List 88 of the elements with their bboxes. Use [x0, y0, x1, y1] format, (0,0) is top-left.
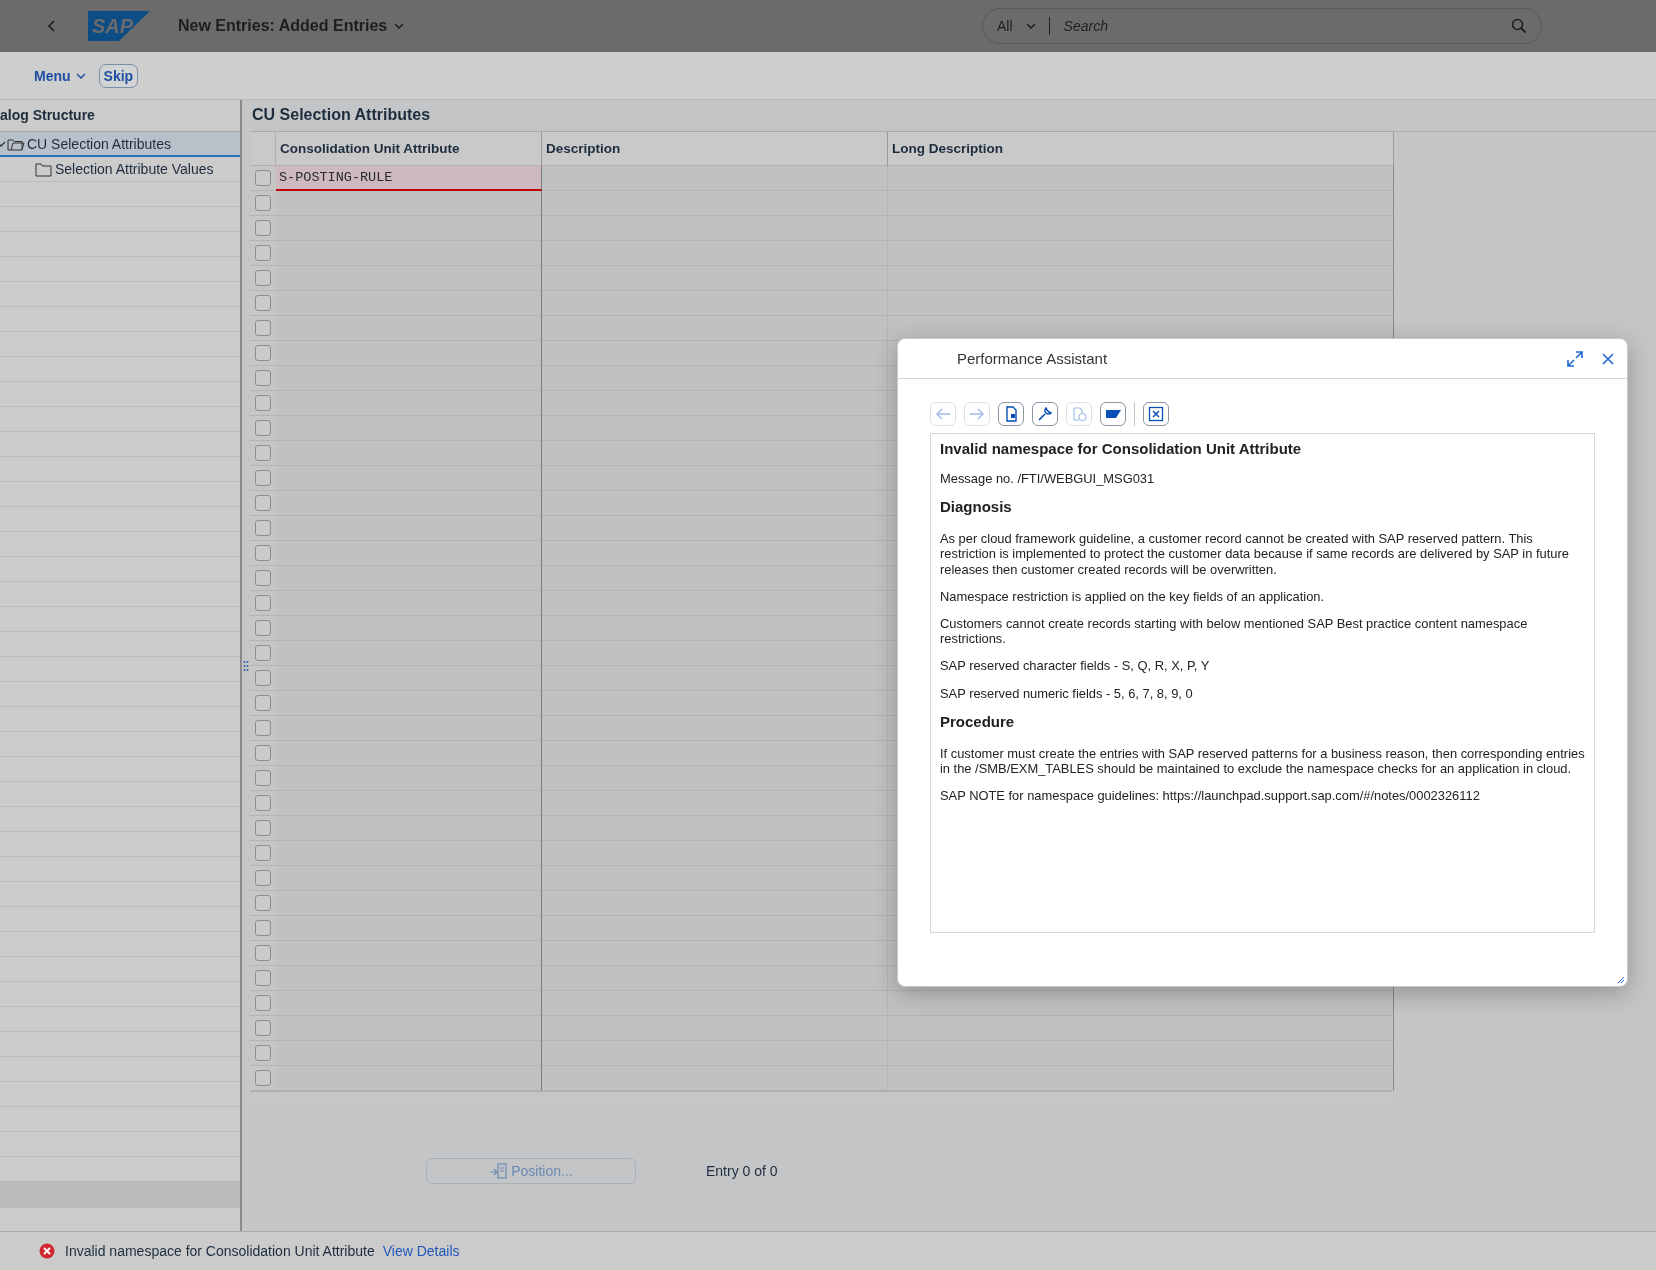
close-box-icon [1148, 406, 1164, 422]
logo: SAP [88, 11, 150, 41]
close-window-button[interactable] [1143, 402, 1169, 426]
arrow-left-icon [935, 406, 951, 422]
view-details-link[interactable]: View Details [382, 1243, 460, 1259]
column-header: Description [542, 132, 888, 166]
paragraph: As per cloud framework guideline, a customer record cannot be created with SAP reserved pattern. This restriction is implemented to protect the customer data because if same records are delivered by SAP in future releases then customer created records will be overwritten. [940, 531, 1570, 577]
tree-item[interactable]: CU Selection Attributes [0, 132, 240, 157]
row-checkbox[interactable] [255, 220, 271, 236]
globe-document-icon [1071, 406, 1087, 422]
row-checkbox[interactable] [255, 1020, 271, 1036]
row-checkbox[interactable] [255, 1045, 271, 1061]
section-heading: Diagnosis [940, 498, 1013, 516]
row-checkbox[interactable] [255, 595, 271, 611]
row-checkbox[interactable] [255, 795, 271, 811]
row-checkbox[interactable] [255, 395, 271, 411]
menu-button[interactable]: Menu [34, 62, 87, 89]
row-checkbox[interactable] [255, 870, 271, 886]
row-checkbox[interactable] [255, 445, 271, 461]
row-checkbox[interactable] [255, 570, 271, 586]
grip-icon [243, 659, 249, 672]
row-checkbox[interactable] [255, 770, 271, 786]
row-checkbox[interactable] [255, 670, 271, 686]
row-checkbox[interactable] [255, 695, 271, 711]
status-message: Invalid namespace for Consolidation Unit Attribute [65, 1243, 375, 1259]
row-checkbox[interactable] [255, 745, 271, 761]
row-checkbox[interactable] [255, 995, 271, 1011]
column-header: Long Description [888, 132, 1394, 166]
row-checkbox[interactable] [255, 470, 271, 486]
open-folder-icon [7, 136, 25, 151]
row-checkbox[interactable] [255, 420, 271, 436]
row-checkbox[interactable] [255, 320, 271, 336]
arrow-right-icon [969, 406, 985, 422]
row-checkbox[interactable] [255, 270, 271, 286]
paragraph: Namespace restriction is applied on the key fields of an application. [940, 588, 1326, 604]
resize-grip-icon [1617, 976, 1625, 984]
paragraph: SAP reserved numeric fields - 5, 6, 7, 8, 9, 0 [940, 685, 1194, 701]
row-checkbox[interactable] [255, 720, 271, 736]
skip-button[interactable]: Skip [98, 63, 139, 88]
chevron-down-icon [74, 70, 87, 81]
row-checkbox[interactable] [255, 1070, 271, 1086]
error-icon [39, 1243, 55, 1259]
document-icon [1003, 406, 1019, 422]
row-checkbox[interactable] [255, 645, 271, 661]
row-checkbox[interactable] [255, 945, 271, 961]
dialog-title: Performance Assistant [957, 350, 1109, 367]
entry-count: Entry 0 of 0 [706, 1163, 778, 1179]
paragraph: SAP reserved character fields - S, Q, R, X, P, Y [940, 658, 1211, 674]
row-checkbox[interactable] [255, 920, 271, 936]
paragraph: Customers cannot create records starting with below mentioned SAP Best practice content namespace restrictions. [940, 616, 1529, 647]
row-checkbox[interactable] [255, 245, 271, 261]
message-title: Invalid namespace for Consolidation Unit Attribute [940, 440, 1303, 457]
row-checkbox[interactable] [255, 545, 271, 561]
close-icon [1601, 351, 1615, 366]
close-button[interactable] [1601, 351, 1615, 366]
paragraph: If customer must create the entries with SAP reserved patterns for a business reason, then corresponding entries in the /SMB/EXM_TABLES should be maintained to exclude the namespace checks for an application in cloud. [940, 745, 1585, 777]
row-checkbox[interactable] [255, 620, 271, 636]
search-icon [1511, 18, 1527, 34]
row-checkbox[interactable] [255, 170, 271, 186]
row-checkbox[interactable] [255, 895, 271, 911]
paragraph: SAP NOTE for namespace guidelines: https://launchpad.support.sap.com/#/notes/0002326112 [940, 788, 1481, 804]
chevron-down-icon [1024, 21, 1037, 31]
row-checkbox[interactable] [255, 345, 271, 361]
row-checkbox[interactable] [255, 295, 271, 311]
row-checkbox[interactable] [255, 495, 271, 511]
expand-arrows-icon [1567, 350, 1583, 367]
tree-item[interactable]: Selection Attribute Values [0, 157, 240, 182]
row-checkbox[interactable] [255, 845, 271, 861]
section-heading: Procedure [940, 712, 1016, 730]
back-icon [46, 19, 56, 33]
maximize-button[interactable] [1567, 350, 1583, 367]
search-field[interactable]: All Search [982, 8, 1542, 44]
row-checkbox[interactable] [255, 970, 271, 986]
paragraph: Message no. /FTI/WEBGUI_MSG031 [940, 471, 1156, 487]
position-icon [489, 1163, 508, 1179]
wrench-icon [1037, 406, 1053, 422]
row-checkbox[interactable] [255, 195, 271, 211]
column-header: Consolidation Unit Attribute [276, 132, 542, 166]
tools-button[interactable] [1032, 402, 1058, 426]
document-button[interactable] [998, 402, 1024, 426]
row-checkbox[interactable] [255, 520, 271, 536]
search-scope-select[interactable]: All [997, 18, 1037, 34]
row-checkbox[interactable] [255, 820, 271, 836]
folder-icon [35, 161, 53, 177]
row-checkbox[interactable] [255, 370, 271, 386]
logo-button[interactable] [1100, 402, 1126, 426]
app-title-menu[interactable]: New Entries: Added Entries [178, 17, 406, 35]
chevron-down-icon [393, 21, 406, 31]
